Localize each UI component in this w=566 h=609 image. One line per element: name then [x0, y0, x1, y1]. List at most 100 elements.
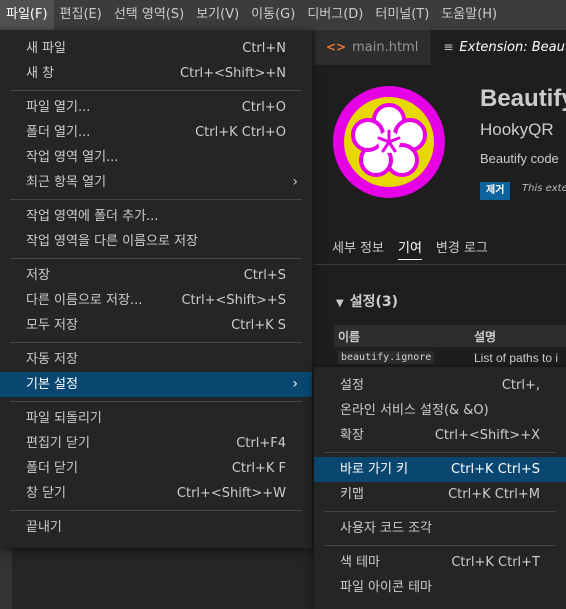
menu-item-save-all[interactable]: 모두 저장 Ctrl+K S	[0, 313, 312, 338]
menu-item-open-workspace[interactable]: 작업 영역 열기...	[0, 145, 312, 170]
menu-item-revert-file[interactable]: 파일 되돌리기	[0, 406, 312, 431]
menu-item-new-window[interactable]: 새 창 Ctrl+<Shift>+N	[0, 61, 312, 86]
extension-publisher[interactable]: HookyQR	[480, 120, 554, 140]
menu-separator	[324, 452, 556, 453]
menu-item-open-recent[interactable]: 최근 항목 열기 ›	[0, 170, 312, 195]
menu-item-label: 편집기 닫기	[26, 436, 90, 451]
tab-main-html[interactable]: <> main.html	[314, 30, 432, 65]
uninstall-button[interactable]: 제거	[480, 182, 511, 200]
menu-item-file-icon-theme[interactable]: 파일 아이콘 테마	[314, 575, 566, 600]
menu-item-save[interactable]: 저장 Ctrl+S	[0, 263, 312, 288]
settings-table-header: 이름 설명	[334, 325, 566, 347]
menu-item-shortcut: Ctrl+<Shift>+S	[181, 293, 286, 308]
menu-item-label: 키맵	[340, 487, 364, 502]
menu-separator	[10, 199, 302, 200]
menu-debug[interactable]: 디버그(D)	[301, 0, 369, 30]
menu-item-label: 파일 되돌리기	[26, 411, 102, 426]
menu-item-keymaps[interactable]: 키맵 Ctrl+K Ctrl+M	[314, 482, 566, 507]
settings-section-title: 설정(3)	[349, 294, 399, 310]
editor-tab-bar: <> main.html ≡ Extension: Beautify	[314, 30, 566, 65]
tab-extension[interactable]: ≡ Extension: Beautify	[431, 30, 566, 65]
menu-item-open-file[interactable]: 파일 열기... Ctrl+O	[0, 95, 312, 120]
tab-changelog[interactable]: 변경 로그	[436, 237, 488, 260]
chevron-right-icon: ›	[292, 174, 298, 190]
tab-contributions[interactable]: 기여	[397, 237, 422, 260]
menu-item-label: 작업 영역 열기...	[26, 150, 119, 165]
menu-item-shortcut: Ctrl+K S	[231, 318, 286, 333]
menu-item-shortcut: Ctrl+K F	[231, 461, 286, 476]
menu-item-label: 창 닫기	[26, 486, 67, 501]
tab-label: Extension: Beautify	[459, 40, 566, 55]
menu-item-open-folder[interactable]: 폴더 열기... Ctrl+K Ctrl+O	[0, 120, 312, 145]
menu-item-close-window[interactable]: 창 닫기 Ctrl+<Shift>+W	[0, 481, 312, 506]
menu-item-label: 새 창	[26, 66, 55, 81]
menu-separator	[324, 545, 556, 546]
column-name: 이름	[338, 330, 361, 344]
menu-item-exit[interactable]: 끝내기	[0, 515, 312, 540]
menu-file[interactable]: 파일(F)	[0, 0, 54, 30]
menu-item-shortcut: Ctrl+O	[241, 100, 286, 115]
menu-item-label: 파일 아이콘 테마	[340, 580, 432, 595]
menu-item-shortcut: Ctrl+K Ctrl+M	[448, 487, 540, 502]
menu-item-label: 저장	[26, 268, 50, 283]
menu-item-label: 바로 가기 키	[340, 462, 409, 477]
collapse-triangle-icon: ▼	[336, 298, 344, 309]
menu-item-shortcut: Ctrl+N	[242, 41, 286, 56]
menu-selection[interactable]: 선택 영역(S)	[108, 0, 190, 30]
menu-item-label: 기본 설정	[26, 377, 78, 392]
menu-separator	[10, 258, 302, 259]
menu-item-label: 모두 저장	[26, 318, 78, 333]
extension-logo	[333, 86, 445, 198]
menu-item-add-folder-to-workspace[interactable]: 작업 영역에 폴더 추가...	[0, 204, 312, 229]
menu-view[interactable]: 보기(V)	[190, 0, 245, 30]
menu-item-preferences[interactable]: 기본 설정 ›	[0, 372, 312, 397]
settings-section-header[interactable]: ▼ 설정(3)	[336, 291, 398, 311]
menu-terminal[interactable]: 터미널(T)	[369, 0, 435, 30]
menu-item-label: 자동 저장	[26, 352, 78, 367]
menu-separator	[10, 401, 302, 402]
column-description: 설명	[474, 330, 497, 344]
menu-item-close-folder[interactable]: 폴더 닫기 Ctrl+K F	[0, 456, 312, 481]
extension-description: Beautify code	[480, 151, 559, 166]
menu-item-save-workspace-as[interactable]: 작업 영역을 다른 이름으로 저장	[0, 229, 312, 254]
tab-label: main.html	[352, 40, 419, 55]
menu-item-shortcut: Ctrl+K Ctrl+T	[451, 555, 540, 570]
menu-edit[interactable]: 편집(E)	[54, 0, 108, 30]
menu-item-label: 폴더 닫기	[26, 461, 78, 476]
menu-item-label: 사용자 코드 조각	[340, 521, 432, 536]
menu-item-shortcut: Ctrl+<Shift>+X	[434, 428, 540, 443]
menu-item-extensions[interactable]: 확장 Ctrl+<Shift>+X	[314, 423, 566, 448]
extension-note: This extension	[522, 183, 566, 194]
html-file-icon: <>	[326, 40, 347, 54]
menu-item-label: 끝내기	[26, 520, 62, 535]
menu-help[interactable]: 도움말(H)	[435, 0, 503, 30]
menu-item-label: 폴더 열기...	[26, 125, 91, 140]
menu-separator	[10, 342, 302, 343]
menu-item-label: 다른 이름으로 저장...	[26, 293, 143, 308]
menu-item-keyboard-shortcuts[interactable]: 바로 가기 키 Ctrl+K Ctrl+S	[314, 457, 566, 482]
menu-item-shortcut: Ctrl+<Shift>+W	[176, 486, 286, 501]
chevron-right-icon: ›	[292, 376, 298, 392]
menu-separator	[10, 90, 302, 91]
menu-item-settings[interactable]: 설정 Ctrl+,	[314, 373, 566, 398]
menu-item-color-theme[interactable]: 색 테마 Ctrl+K Ctrl+T	[314, 550, 566, 575]
menu-item-label: 새 파일	[26, 41, 67, 56]
menu-bar: 파일(F) 편집(E) 선택 영역(S) 보기(V) 이동(G) 디버그(D) …	[0, 0, 566, 30]
menu-item-auto-save[interactable]: 자동 저장	[0, 347, 312, 372]
menu-item-save-as[interactable]: 다른 이름으로 저장... Ctrl+<Shift>+S	[0, 288, 312, 313]
menu-item-label: 최근 항목 열기	[26, 175, 107, 190]
setting-key: beautify.ignore	[338, 351, 435, 364]
menu-item-label: 작업 영역에 폴더 추가...	[26, 209, 159, 224]
document-icon: ≡	[443, 40, 454, 54]
menu-go[interactable]: 이동(G)	[245, 0, 301, 30]
menu-item-new-file[interactable]: 새 파일 Ctrl+N	[0, 36, 312, 61]
menu-item-shortcut: Ctrl+K Ctrl+O	[195, 125, 286, 140]
setting-description: List of paths to i	[474, 351, 559, 365]
menu-item-close-editor[interactable]: 편집기 닫기 Ctrl+F4	[0, 431, 312, 456]
menu-item-shortcut: Ctrl+K Ctrl+S	[451, 462, 540, 477]
extension-nav: 세부 정보 기여 변경 로그	[332, 237, 488, 260]
menu-item-online-services-settings[interactable]: 온라인 서비스 설정(& &O)	[314, 398, 566, 423]
tab-details[interactable]: 세부 정보	[332, 237, 384, 260]
menu-item-user-snippets[interactable]: 사용자 코드 조각	[314, 516, 566, 541]
menu-item-shortcut: Ctrl+S	[243, 268, 286, 283]
